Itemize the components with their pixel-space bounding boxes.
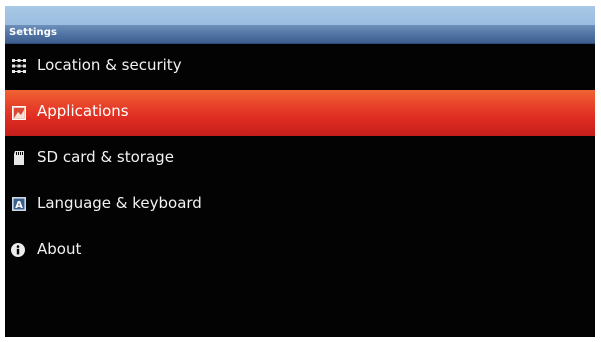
grid-dots-icon — [12, 59, 26, 73]
device-frame: Settings Location & security Application… — [0, 0, 601, 342]
sd-card-icon — [14, 151, 24, 165]
keyboard-letter-icon: A — [12, 197, 26, 211]
settings-item-language-keyboard[interactable]: A Language & keyboard — [5, 182, 595, 228]
settings-item-applications[interactable]: Applications — [5, 90, 595, 136]
status-bar — [5, 6, 595, 25]
settings-item-label: Applications — [37, 102, 129, 120]
applications-icon — [12, 106, 26, 120]
settings-item-sd-card-storage[interactable]: SD card & storage — [5, 136, 595, 182]
settings-item-location-security[interactable]: Location & security — [5, 44, 595, 90]
settings-item-about[interactable]: About — [5, 228, 595, 274]
settings-item-label: Location & security — [37, 56, 182, 74]
settings-item-label: About — [37, 240, 82, 258]
settings-item-label: SD card & storage — [37, 148, 174, 166]
info-icon — [11, 243, 25, 257]
settings-item-label: Language & keyboard — [37, 194, 202, 212]
page-title: Settings — [9, 27, 58, 38]
settings-screen: Settings Location & security Application… — [5, 6, 595, 337]
svg-text:A: A — [15, 200, 23, 211]
title-bar: Settings — [5, 25, 595, 44]
